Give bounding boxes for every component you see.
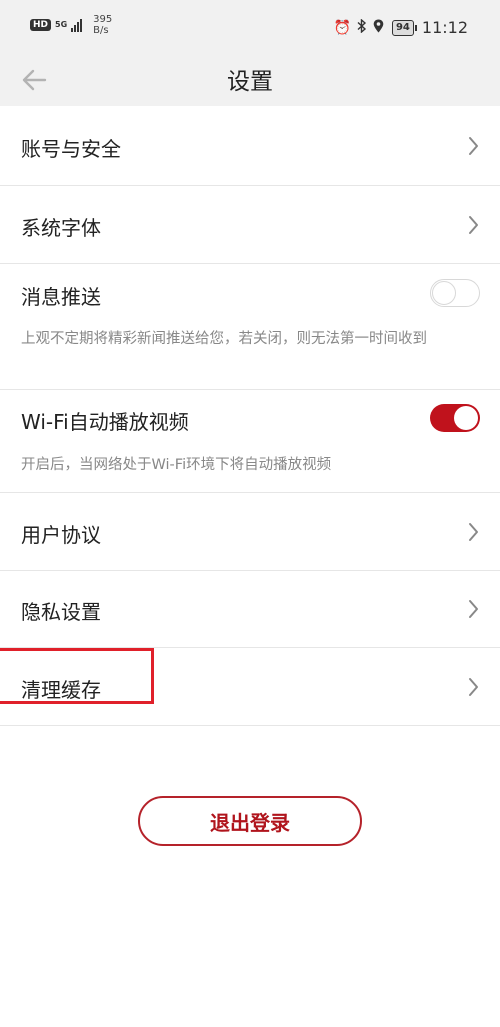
chevron-right-icon [469, 216, 478, 234]
status-right: ⏰ 94 11:12 [328, 17, 468, 37]
push-description: 上观不定期将精彩新闻推送给您，若关闭，则无法第一时间收到 [21, 331, 427, 347]
network-type: 5G [55, 20, 68, 29]
row-label: 用户协议 [21, 523, 101, 547]
highlight-box [0, 648, 154, 704]
clock: 11:12 [421, 18, 468, 37]
status-bar: HD 5G 395 B/s ⏰ 94 11:12 [0, 0, 500, 56]
speed-unit: B/s [93, 25, 109, 36]
chevron-right-icon [469, 600, 478, 618]
wifi-autoplay-description: 开启后，当网络处于Wi-Fi环境下将自动播放视频 [21, 457, 332, 473]
page-title: 设置 [227, 69, 273, 95]
settings-row-system-font[interactable]: 系统字体 [0, 186, 500, 264]
settings-row-account-security[interactable]: 账号与安全 [0, 106, 500, 186]
chevron-right-icon [469, 678, 478, 696]
speed-value: 395 [93, 14, 113, 25]
hd-icon: HD [30, 19, 52, 31]
wifi-autoplay-toggle[interactable] [430, 404, 480, 432]
chevron-right-icon [469, 137, 478, 155]
settings-row-privacy[interactable]: 隐私设置 [0, 571, 500, 648]
status-left: HD 5G 395 B/s [30, 14, 112, 36]
chevron-right-icon [469, 523, 478, 541]
bluetooth-icon [357, 17, 367, 37]
row-label: 系统字体 [21, 216, 101, 240]
title-bar: 设置 [0, 56, 500, 106]
battery-icon: 94 [391, 19, 417, 36]
row-label: 隐私设置 [21, 600, 101, 624]
signal-icon [71, 18, 83, 32]
settings-row-wifi-autoplay: Wi-Fi自动播放视频 开启后，当网络处于Wi-Fi环境下将自动播放视频 [0, 390, 500, 493]
row-label: 消息推送 [21, 285, 101, 309]
row-label: Wi-Fi自动播放视频 [21, 410, 189, 434]
row-label: 账号与安全 [21, 137, 121, 161]
toggle-knob [454, 406, 478, 430]
logout-button[interactable]: 退出登录 [138, 796, 362, 846]
toggle-knob [432, 280, 456, 305]
location-icon [373, 19, 384, 37]
alarm-icon: ⏰ [333, 19, 351, 36]
settings-row-user-agreement[interactable]: 用户协议 [0, 493, 500, 571]
network-speed: 395 B/s [93, 14, 112, 36]
push-toggle[interactable] [430, 279, 480, 307]
settings-row-push: 消息推送 上观不定期将精彩新闻推送给您，若关闭，则无法第一时间收到 [0, 264, 500, 390]
